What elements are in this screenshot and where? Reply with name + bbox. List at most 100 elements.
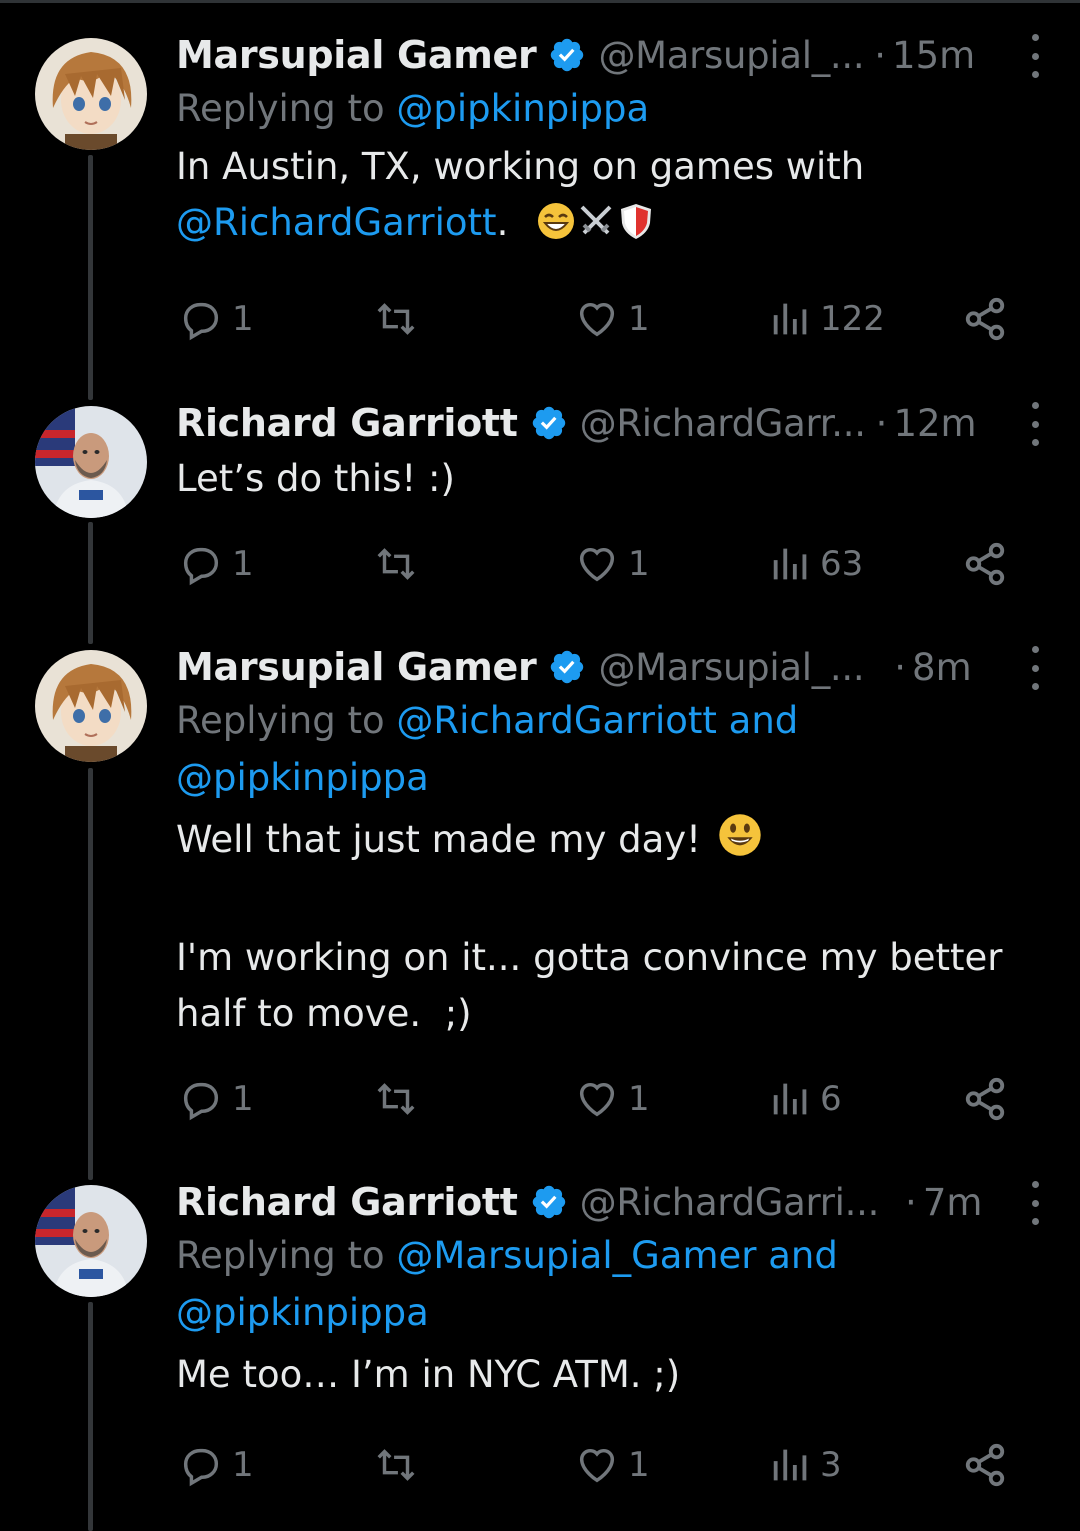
timestamp[interactable]: 12m: [893, 402, 976, 445]
timestamp[interactable]: 8m: [912, 646, 972, 689]
anime-character-avatar-icon: [35, 38, 147, 150]
avatar[interactable]: [35, 406, 147, 518]
display-name[interactable]: Richard Garriott: [176, 1180, 518, 1224]
share-button[interactable]: [962, 1074, 1008, 1124]
thread-line: [88, 1302, 93, 1531]
like-button[interactable]: 1: [572, 1074, 650, 1124]
more-options-icon[interactable]: [1020, 402, 1050, 446]
retweet-icon: [377, 303, 415, 335]
anime-character-avatar-icon: [35, 650, 147, 762]
analytics-icon: [773, 303, 807, 335]
share-button[interactable]: [962, 294, 1008, 344]
astronaut-avatar-icon: [35, 1185, 147, 1297]
thread-line: [88, 522, 93, 644]
mention-link[interactable]: @pipkinpippa: [176, 756, 429, 799]
separator-dot: ·: [874, 33, 887, 77]
reply-icon: [183, 547, 219, 586]
more-options-icon[interactable]: [1020, 34, 1050, 78]
tweet-text-segment: Well that just made my day!: [176, 818, 701, 861]
display-name[interactable]: Richard Garriott: [176, 401, 518, 445]
replying-to: Replying to @Marsupial_Gamer and @pipkin…: [176, 1227, 1050, 1341]
like-button[interactable]: 1: [572, 294, 650, 344]
reply-count: 1: [232, 1079, 254, 1119]
share-icon: [965, 1077, 1005, 1121]
reply-icon: [183, 1082, 219, 1121]
thread-line: [88, 768, 93, 1180]
reply-icon: [183, 1448, 219, 1487]
avatar[interactable]: [35, 38, 147, 150]
tweet-body: Richard Garriott @RichardGarr... · 12m L…: [176, 398, 1050, 507]
user-handle[interactable]: @RichardGarri...: [580, 1181, 880, 1224]
retweet-button[interactable]: [370, 294, 422, 344]
analytics-icon: [773, 1449, 807, 1481]
verified-badge-icon: [530, 404, 568, 442]
more-options-icon[interactable]: [1020, 1181, 1050, 1225]
heart-icon: [579, 1082, 615, 1117]
views-button[interactable]: 6: [768, 1074, 842, 1124]
views-button[interactable]: 122: [768, 294, 885, 344]
tweet-text-line: half to move. ;): [176, 992, 472, 1035]
retweet-button[interactable]: [370, 1440, 422, 1490]
timestamp[interactable]: 15m: [892, 34, 975, 77]
share-icon: [965, 297, 1005, 341]
mention-link[interactable]: @pipkinpippa: [396, 87, 649, 130]
mention-link[interactable]: @RichardGarriott and: [396, 699, 798, 742]
view-count: 6: [820, 1079, 842, 1119]
tweet-text-line: Well that just made my day!: [176, 812, 1050, 874]
tweet-text-line: In Austin, TX, working on games with: [176, 145, 865, 188]
replying-to-label: Replying to: [176, 1234, 397, 1277]
tweet-text-line: I'm working on it... gotta convince my b…: [176, 936, 1003, 979]
mention-link[interactable]: @Marsupial_Gamer and: [396, 1234, 838, 1277]
astronaut-avatar-icon: [35, 406, 147, 518]
separator-dot: ·: [894, 645, 907, 689]
shield-icon: [616, 201, 656, 257]
user-handle[interactable]: @RichardGarr...: [580, 402, 866, 445]
replying-to-label: Replying to: [176, 87, 397, 130]
replying-to: Replying to @RichardGarriott and @pipkin…: [176, 692, 1050, 806]
divider: [0, 0, 1080, 3]
reply-count: 1: [232, 1445, 254, 1485]
mention-link[interactable]: @pipkinpippa: [176, 1291, 429, 1334]
tweet-text: Me too… I’m in NYC ATM. ;): [176, 1353, 681, 1396]
tweet-actions: 1 1 6: [176, 1074, 1026, 1124]
separator-dot: ·: [905, 1180, 917, 1224]
like-button[interactable]: 1: [572, 539, 650, 589]
tweet-body: Richard Garriott @RichardGarri... · 7m R…: [176, 1177, 1050, 1403]
reply-count: 1: [232, 299, 254, 339]
tweet-header: Marsupial Gamer @Marsupial_... · 8m: [176, 642, 1050, 692]
user-handle[interactable]: @Marsupial_...: [598, 646, 864, 689]
like-count: 1: [628, 299, 650, 339]
retweet-button[interactable]: [370, 1074, 422, 1124]
avatar[interactable]: [35, 650, 147, 762]
replying-to: Replying to @pipkinpippa: [176, 80, 1050, 137]
avatar[interactable]: [35, 1185, 147, 1297]
reply-button[interactable]: 1: [176, 294, 254, 344]
like-count: 1: [628, 544, 650, 584]
user-handle[interactable]: @Marsupial_...: [598, 34, 864, 77]
display-name[interactable]: Marsupial Gamer: [176, 645, 537, 689]
verified-badge-icon: [548, 648, 586, 686]
views-button[interactable]: 3: [768, 1440, 842, 1490]
share-button[interactable]: [962, 539, 1008, 589]
timestamp[interactable]: 7m: [923, 1181, 983, 1224]
share-button[interactable]: [962, 1440, 1008, 1490]
reply-button[interactable]: 1: [176, 1440, 254, 1490]
mention-link[interactable]: @RichardGarriott: [176, 201, 497, 244]
reply-button[interactable]: 1: [176, 539, 254, 589]
share-icon: [965, 542, 1005, 586]
views-button[interactable]: 63: [768, 539, 863, 589]
crossed-swords-icon: [576, 201, 616, 257]
smiley-face-icon: [717, 812, 763, 874]
separator-dot: ·: [875, 401, 888, 445]
tweet-text-line: @RichardGarriott.: [176, 195, 1050, 257]
analytics-icon: [773, 1083, 807, 1115]
retweet-button[interactable]: [370, 539, 422, 589]
more-options-icon[interactable]: [1020, 646, 1050, 690]
reply-button[interactable]: 1: [176, 1074, 254, 1124]
grinning-face-icon: [536, 201, 576, 257]
like-button[interactable]: 1: [572, 1440, 650, 1490]
analytics-icon: [773, 548, 807, 580]
display-name[interactable]: Marsupial Gamer: [176, 33, 537, 77]
reply-icon: [183, 302, 219, 341]
